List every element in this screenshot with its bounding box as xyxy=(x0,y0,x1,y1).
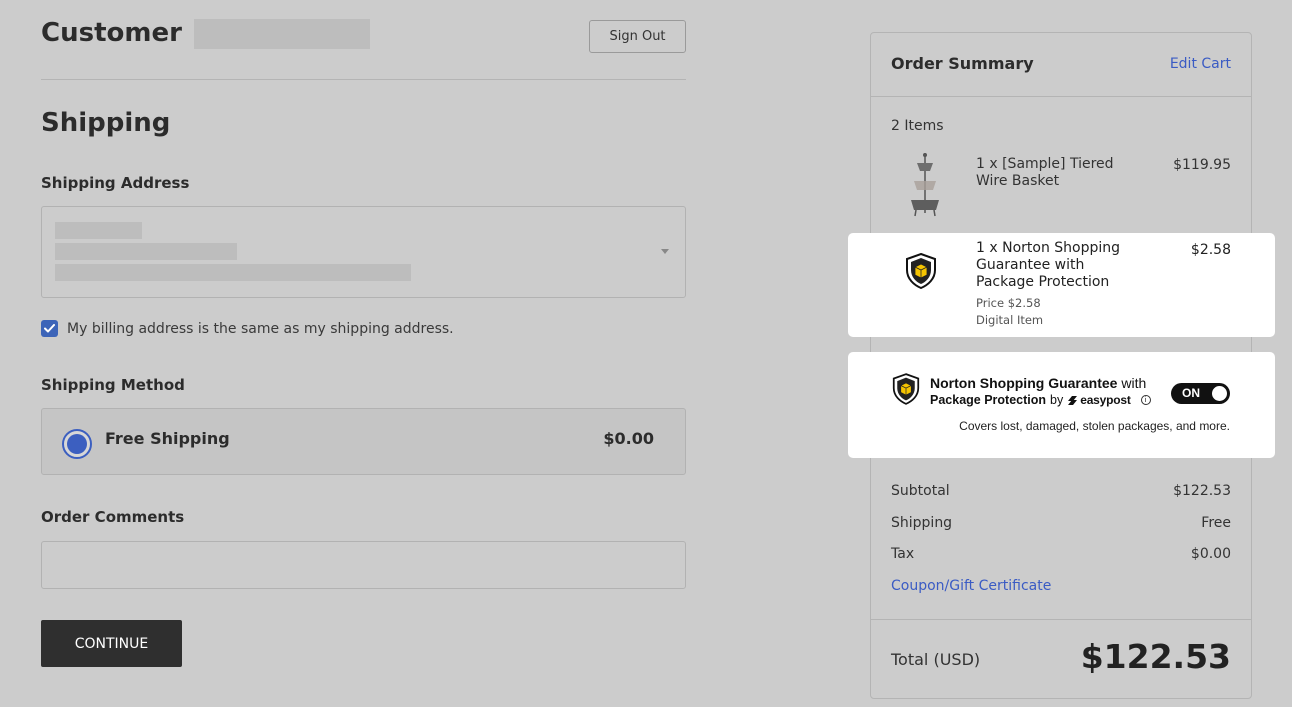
easypost-brand: easypost xyxy=(1080,393,1131,407)
chevron-down-icon xyxy=(661,249,669,254)
shipping-method-name: Free Shipping xyxy=(105,429,230,448)
shipping-method-label: Shipping Method xyxy=(41,376,185,394)
divider xyxy=(871,619,1251,620)
easypost-mark-icon xyxy=(1068,395,1078,405)
customer-email-redacted xyxy=(194,19,370,49)
billing-same-checkbox[interactable] xyxy=(41,320,58,337)
coupon-gift-certificate-link[interactable]: Coupon/Gift Certificate xyxy=(891,578,1051,594)
shipping-cost-value: Free xyxy=(1201,514,1231,531)
toggle-knob xyxy=(1212,386,1227,401)
shield-package-icon xyxy=(906,253,936,289)
cart-item-unit-price: Price $2.58 xyxy=(976,296,1041,310)
address-line-redacted xyxy=(55,243,237,260)
tax-value: $0.00 xyxy=(1190,546,1231,562)
shield-package-icon xyxy=(892,373,920,405)
order-summary-title: Order Summary xyxy=(891,54,1034,73)
ngp-subtitle: Package Protection by easypost i xyxy=(930,393,1151,407)
tax-row: Tax $0.00 xyxy=(891,546,1231,578)
total-label: Total (USD) xyxy=(891,650,981,669)
order-summary-header: Order Summary Edit Cart xyxy=(871,33,1251,97)
continue-button[interactable]: CONTINUE xyxy=(41,620,182,667)
shipping-method-price: $0.00 xyxy=(603,429,654,448)
cart-item-name: 1 x [Sample] Tiered Wire Basket xyxy=(976,156,1114,189)
billing-same-checkbox-row[interactable]: My billing address is the same as my shi… xyxy=(41,320,454,337)
ngp-title-bold: Norton Shopping Guarantee xyxy=(930,375,1118,391)
checkmark-icon xyxy=(44,324,55,333)
norton-cart-item-card: 1 x Norton Shopping Guarantee with Packa… xyxy=(848,233,1275,337)
customer-section: Customer Sign Out xyxy=(41,14,686,80)
cart-item-name: 1 x Norton Shopping Guarantee with Packa… xyxy=(976,240,1121,290)
toggle-label: ON xyxy=(1182,386,1200,400)
norton-guarantee-widget: Norton Shopping Guarantee with Package P… xyxy=(848,352,1275,458)
customer-title: Customer xyxy=(41,18,182,48)
radio-selected-dot xyxy=(67,434,87,454)
order-comments-label: Order Comments xyxy=(41,508,185,526)
shipping-method-option[interactable]: Free Shipping $0.00 xyxy=(41,408,686,475)
edit-cart-link[interactable]: Edit Cart xyxy=(1170,56,1231,72)
cart-item-type: Digital Item xyxy=(976,313,1044,327)
ngp-title-rest: with xyxy=(1121,375,1147,391)
subtotal-row: Subtotal $122.53 xyxy=(891,483,1231,515)
items-count: 2 Items xyxy=(891,118,944,134)
ngp-protection-toggle[interactable]: ON xyxy=(1171,383,1230,404)
subtotal-label: Subtotal xyxy=(891,483,950,499)
ngp-subtitle-by: by xyxy=(1050,393,1064,407)
info-icon[interactable]: i xyxy=(1140,395,1151,405)
shipping-address-label: Shipping Address xyxy=(41,174,190,192)
summary-lines: Subtotal $122.53 Shipping Free Tax $0.00 xyxy=(891,483,1231,578)
shipping-address-select[interactable] xyxy=(41,206,686,298)
subtotal-value: $122.53 xyxy=(1173,483,1231,499)
tax-label: Tax xyxy=(891,546,915,562)
shipping-title: Shipping xyxy=(41,108,171,138)
shipping-row: Shipping Free xyxy=(891,515,1231,547)
ngp-title: Norton Shopping Guarantee with xyxy=(930,375,1146,391)
order-comments-input[interactable] xyxy=(41,541,686,589)
address-line-redacted xyxy=(55,222,142,239)
total-value: $122.53 xyxy=(1080,637,1231,676)
billing-same-label: My billing address is the same as my shi… xyxy=(67,320,454,337)
easypost-logo-icon: easypost xyxy=(1067,393,1131,407)
address-line-redacted xyxy=(55,264,411,281)
wire-basket-product-image xyxy=(911,153,939,217)
cart-item-price: $2.58 xyxy=(1190,242,1231,258)
ngp-subtitle-bold: Package Protection xyxy=(930,393,1047,407)
shipping-method-radio[interactable] xyxy=(62,429,92,459)
cart-item-price: $119.95 xyxy=(1173,157,1231,173)
ngp-description: Covers lost, damaged, stolen packages, a… xyxy=(959,419,1230,433)
sign-out-button[interactable]: Sign Out xyxy=(589,20,686,53)
shipping-cost-label: Shipping xyxy=(891,514,953,531)
